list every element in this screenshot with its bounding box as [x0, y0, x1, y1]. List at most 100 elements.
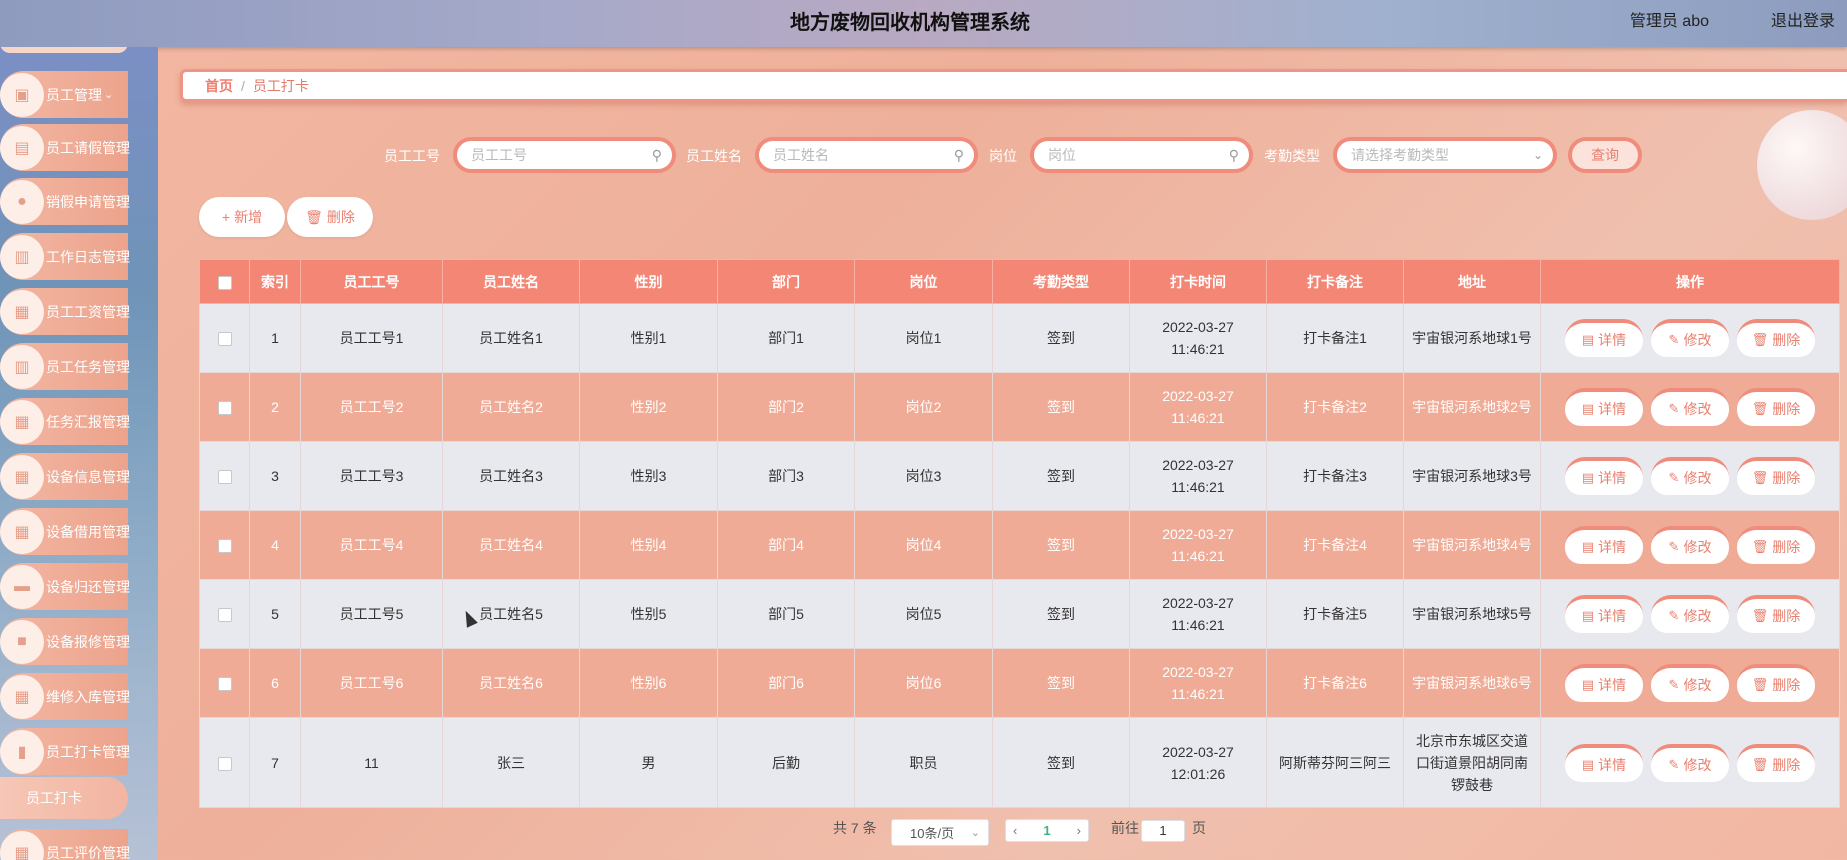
row-edit-label: 修改 [1683, 608, 1712, 624]
sidebar-item-label: 设备归还管理 [46, 578, 130, 595]
sidebar-item-label: 设备信息管理 [46, 468, 130, 485]
goto-prefix: 前往 [1111, 820, 1139, 836]
row-actions-cell: ▤ 详情 ✎ 修改 🗑 删除 [1540, 441, 1840, 511]
clockin-table: 索引 员工工号 员工姓名 性别 部门 岗位 考勤类型 打卡时间 打卡备注 地址 … [199, 259, 1840, 808]
row-edit-button[interactable]: ✎ 修改 [1651, 526, 1729, 564]
row-detail-button[interactable]: ▤ 详情 [1565, 457, 1643, 495]
cell-time: 2022-03-27 11:46:21 [1129, 510, 1267, 580]
cell-index: 5 [249, 579, 301, 649]
next-page-icon[interactable]: › [1077, 823, 1081, 838]
row-delete-button[interactable]: 🗑 删除 [1737, 319, 1815, 357]
sidebar-item-worklog[interactable]: ▥ 工作日志管理 [0, 233, 130, 280]
row-delete-button[interactable]: 🗑 删除 [1737, 664, 1815, 702]
pencil-icon: ✎ [1668, 677, 1680, 692]
row-checkbox[interactable] [217, 677, 232, 692]
row-checkbox[interactable] [217, 332, 232, 347]
sidebar-item-equipment-borrow[interactable]: ▦ 设备借用管理 [0, 508, 130, 555]
sidebar-item-task[interactable]: ▥ 员工任务管理 [0, 343, 130, 390]
cell-post: 岗位2 [854, 372, 993, 442]
row-detail-button[interactable]: ▤ 详情 [1565, 526, 1643, 564]
row-edit-label: 修改 [1683, 539, 1712, 555]
row-detail-label: 详情 [1598, 756, 1627, 773]
cell-emp-no: 11 [300, 717, 443, 808]
sidebar-item-leave[interactable]: ▤ 员工请假管理 [0, 124, 130, 171]
post-label: 岗位 [989, 148, 1017, 164]
row-checkbox[interactable] [217, 470, 232, 485]
row-edit-button[interactable]: ✎ 修改 [1651, 457, 1729, 495]
sidebar-item-salary[interactable]: ▦ 员工工资管理 [0, 288, 130, 335]
cell-gender: 性别4 [579, 510, 718, 580]
row-checkbox[interactable] [217, 608, 232, 623]
column-header: 员工工号 [300, 259, 443, 304]
add-button[interactable]: + 新增 [199, 197, 285, 237]
row-detail-button[interactable]: ▤ 详情 [1565, 595, 1643, 633]
cell-post: 岗位3 [854, 441, 993, 511]
row-detail-button[interactable]: ▤ 详情 [1565, 388, 1643, 426]
sidebar-item-equipment-repair[interactable]: ■ 设备报修管理 [0, 618, 130, 665]
cell-type: 签到 [992, 648, 1130, 718]
row-select-cell [199, 579, 250, 649]
emp-no-input[interactable] [471, 147, 652, 163]
current-page[interactable]: 1 [1043, 823, 1050, 838]
row-checkbox[interactable] [217, 539, 232, 554]
row-edit-button[interactable]: ✎ 修改 [1651, 388, 1729, 426]
sidebar-item-task-report[interactable]: ▦ 任务汇报管理 [0, 398, 130, 445]
cell-index: 2 [249, 372, 301, 442]
post-input[interactable] [1048, 147, 1229, 163]
document-icon: ▤ [1581, 470, 1595, 485]
sidebar-item-employee[interactable]: ▣ 员工管理 ⌄ [0, 71, 128, 118]
breadcrumb-home[interactable]: 首页 [205, 76, 233, 96]
row-detail-button[interactable]: ▤ 详情 [1565, 743, 1643, 782]
row-edit-button[interactable]: ✎ 修改 [1651, 595, 1729, 633]
prev-page-icon[interactable]: ‹ [1013, 823, 1017, 838]
trash-icon: 🗑 [1751, 608, 1769, 623]
table-header-row: 索引 员工工号 员工姓名 性别 部门 岗位 考勤类型 打卡时间 打卡备注 地址 … [199, 259, 1840, 304]
goto-page-input[interactable]: 1 [1141, 820, 1185, 842]
sidebar-item-equipment[interactable]: ▦ 设备信息管理 [0, 453, 130, 500]
document-icon: ▤ [1581, 756, 1595, 772]
sidebar-item-clockin-mgmt[interactable]: ▮ 员工打卡管理 [0, 728, 130, 775]
cell-time: 2022-03-27 11:46:21 [1129, 441, 1267, 511]
sidebar-item-equipment-return[interactable]: ▬ 设备归还管理 [0, 563, 130, 610]
logout-link[interactable]: 退出登录 [1771, 7, 1835, 31]
cell-type: 签到 [992, 372, 1130, 442]
sidebar-subitem-clockin[interactable]: 员工打卡 [0, 777, 128, 819]
row-edit-label: 修改 [1683, 756, 1712, 773]
column-header: 部门 [717, 259, 855, 304]
page-size-select[interactable]: 10条/页 ⌄ [891, 819, 989, 846]
sidebar-item-repair-storage[interactable]: ▦ 维修入库管理 [0, 673, 130, 720]
trash-icon: 🗑 [1751, 539, 1769, 554]
row-delete-button[interactable]: 🗑 删除 [1737, 388, 1815, 426]
emp-no-search: ⚲ [453, 137, 676, 173]
row-delete-button[interactable]: 🗑 删除 [1737, 595, 1815, 633]
batch-delete-button[interactable]: 🗑 删除 [287, 197, 373, 237]
row-delete-button[interactable]: 🗑 删除 [1737, 743, 1815, 782]
table-row: 1 员工工号1 员工姓名1 性别1 部门1 岗位1 签到 2022-03-27 11:46:2… [199, 303, 1840, 373]
sidebar-item-label: 设备报修管理 [46, 633, 130, 650]
pencil-icon: ✎ [1668, 608, 1680, 623]
row-select-cell [199, 441, 250, 511]
emp-name-input[interactable] [773, 147, 954, 163]
row-detail-button[interactable]: ▤ 详情 [1565, 664, 1643, 702]
sidebar-item-evaluation[interactable]: ▦ 员工评价管理 [0, 829, 130, 860]
cell-type: 签到 [992, 303, 1130, 373]
cell-post: 职员 [854, 717, 993, 808]
row-checkbox[interactable] [217, 756, 232, 771]
grid-icon: ▦ [0, 399, 44, 444]
row-edit-button[interactable]: ✎ 修改 [1651, 664, 1729, 702]
attendance-type-select[interactable]: 请选择考勤类型 ⌄ [1333, 137, 1557, 173]
row-checkbox[interactable] [217, 401, 232, 416]
row-select-cell [199, 303, 250, 373]
row-select-cell [199, 372, 250, 442]
row-edit-button[interactable]: ✎ 修改 [1651, 319, 1729, 357]
column-header: 岗位 [854, 259, 993, 304]
row-delete-button[interactable]: 🗑 删除 [1737, 457, 1815, 495]
row-detail-button[interactable]: ▤ 详情 [1565, 319, 1643, 357]
query-button[interactable]: 查询 [1568, 137, 1642, 173]
select-all-checkbox[interactable] [217, 275, 232, 290]
plus-icon: + [221, 209, 231, 225]
cell-note: 打卡备注4 [1266, 510, 1404, 580]
row-edit-button[interactable]: ✎ 修改 [1651, 743, 1729, 782]
row-delete-button[interactable]: 🗑 删除 [1737, 526, 1815, 564]
sidebar-item-leave-cancel[interactable]: ● 销假申请管理 [0, 178, 130, 225]
